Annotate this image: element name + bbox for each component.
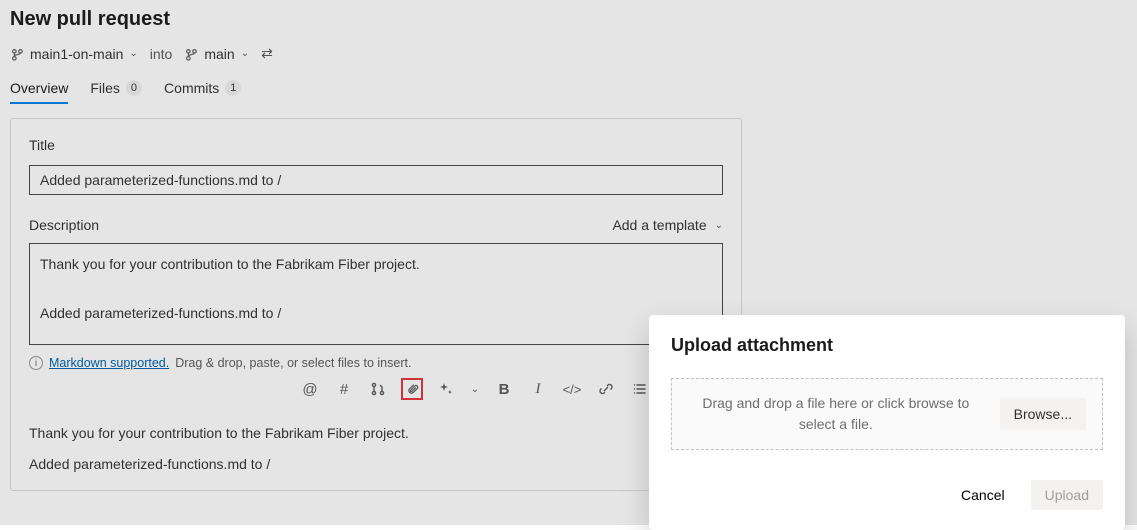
chevron-down-icon: ⌄ — [241, 48, 249, 59]
target-branch-selector[interactable]: main ⌄ — [184, 46, 249, 62]
tab-commits[interactable]: Commits 1 — [164, 80, 241, 104]
list-icon[interactable] — [629, 378, 651, 400]
description-textarea[interactable] — [29, 243, 723, 345]
commits-count-badge: 1 — [225, 80, 241, 96]
branch-row: main1-on-main ⌄ into main ⌄ ⇄ — [10, 45, 1127, 62]
bold-icon[interactable]: B — [493, 378, 515, 400]
upload-attachment-dialog: Upload attachment Drag and drop a file h… — [649, 315, 1125, 530]
upload-button[interactable]: Upload — [1031, 480, 1103, 510]
dropzone[interactable]: Drag and drop a file here or click brows… — [671, 378, 1103, 450]
description-hint: i Markdown supported. Drag & drop, paste… — [29, 356, 723, 370]
dropzone-text: Drag and drop a file here or click brows… — [688, 393, 984, 435]
preview-line: Added parameterized-functions.md to / — [29, 449, 723, 480]
pr-form-card: Title Description Add a template ⌄ i Mar… — [10, 118, 742, 491]
markdown-supported-link[interactable]: Markdown supported. — [49, 356, 169, 370]
branch-icon — [184, 47, 198, 61]
target-branch-name: main — [204, 46, 234, 62]
preview-line: Thank you for your contribution to the F… — [29, 418, 723, 449]
source-branch-name: main1-on-main — [30, 46, 123, 62]
page-title: New pull request — [10, 8, 1127, 31]
dialog-title: Upload attachment — [671, 335, 1103, 356]
tab-overview[interactable]: Overview — [10, 80, 68, 104]
attachment-icon[interactable] — [401, 378, 423, 400]
sparkle-icon[interactable] — [435, 378, 457, 400]
info-icon: i — [29, 356, 43, 370]
description-label: Description — [29, 217, 99, 233]
description-preview: Thank you for your contribution to the F… — [29, 418, 723, 480]
title-input[interactable] — [29, 165, 723, 195]
hint-text: Drag & drop, paste, or select files to i… — [175, 356, 411, 370]
source-branch-selector[interactable]: main1-on-main ⌄ — [10, 46, 138, 62]
swap-branches-icon[interactable]: ⇄ — [261, 45, 273, 62]
mention-icon[interactable]: @ — [299, 378, 321, 400]
pull-request-icon[interactable] — [367, 378, 389, 400]
chevron-down-icon[interactable]: ⌄ — [469, 378, 481, 400]
tab-files[interactable]: Files 0 — [90, 80, 142, 104]
chevron-down-icon: ⌄ — [715, 220, 723, 231]
branch-icon — [10, 47, 24, 61]
link-icon[interactable] — [595, 378, 617, 400]
hash-icon[interactable]: # — [333, 378, 355, 400]
add-template-label: Add a template — [612, 217, 706, 233]
into-label: into — [150, 46, 173, 62]
code-icon[interactable]: </> — [561, 378, 583, 400]
tab-commits-label: Commits — [164, 80, 219, 96]
cancel-button[interactable]: Cancel — [947, 480, 1019, 510]
italic-icon[interactable]: I — [527, 378, 549, 400]
title-label: Title — [29, 137, 723, 153]
chevron-down-icon: ⌄ — [129, 48, 137, 59]
files-count-badge: 0 — [126, 80, 142, 96]
tabs: Overview Files 0 Commits 1 — [10, 80, 1127, 104]
browse-button[interactable]: Browse... — [1000, 398, 1086, 430]
tab-files-label: Files — [90, 80, 120, 96]
add-template-dropdown[interactable]: Add a template ⌄ — [612, 217, 723, 233]
